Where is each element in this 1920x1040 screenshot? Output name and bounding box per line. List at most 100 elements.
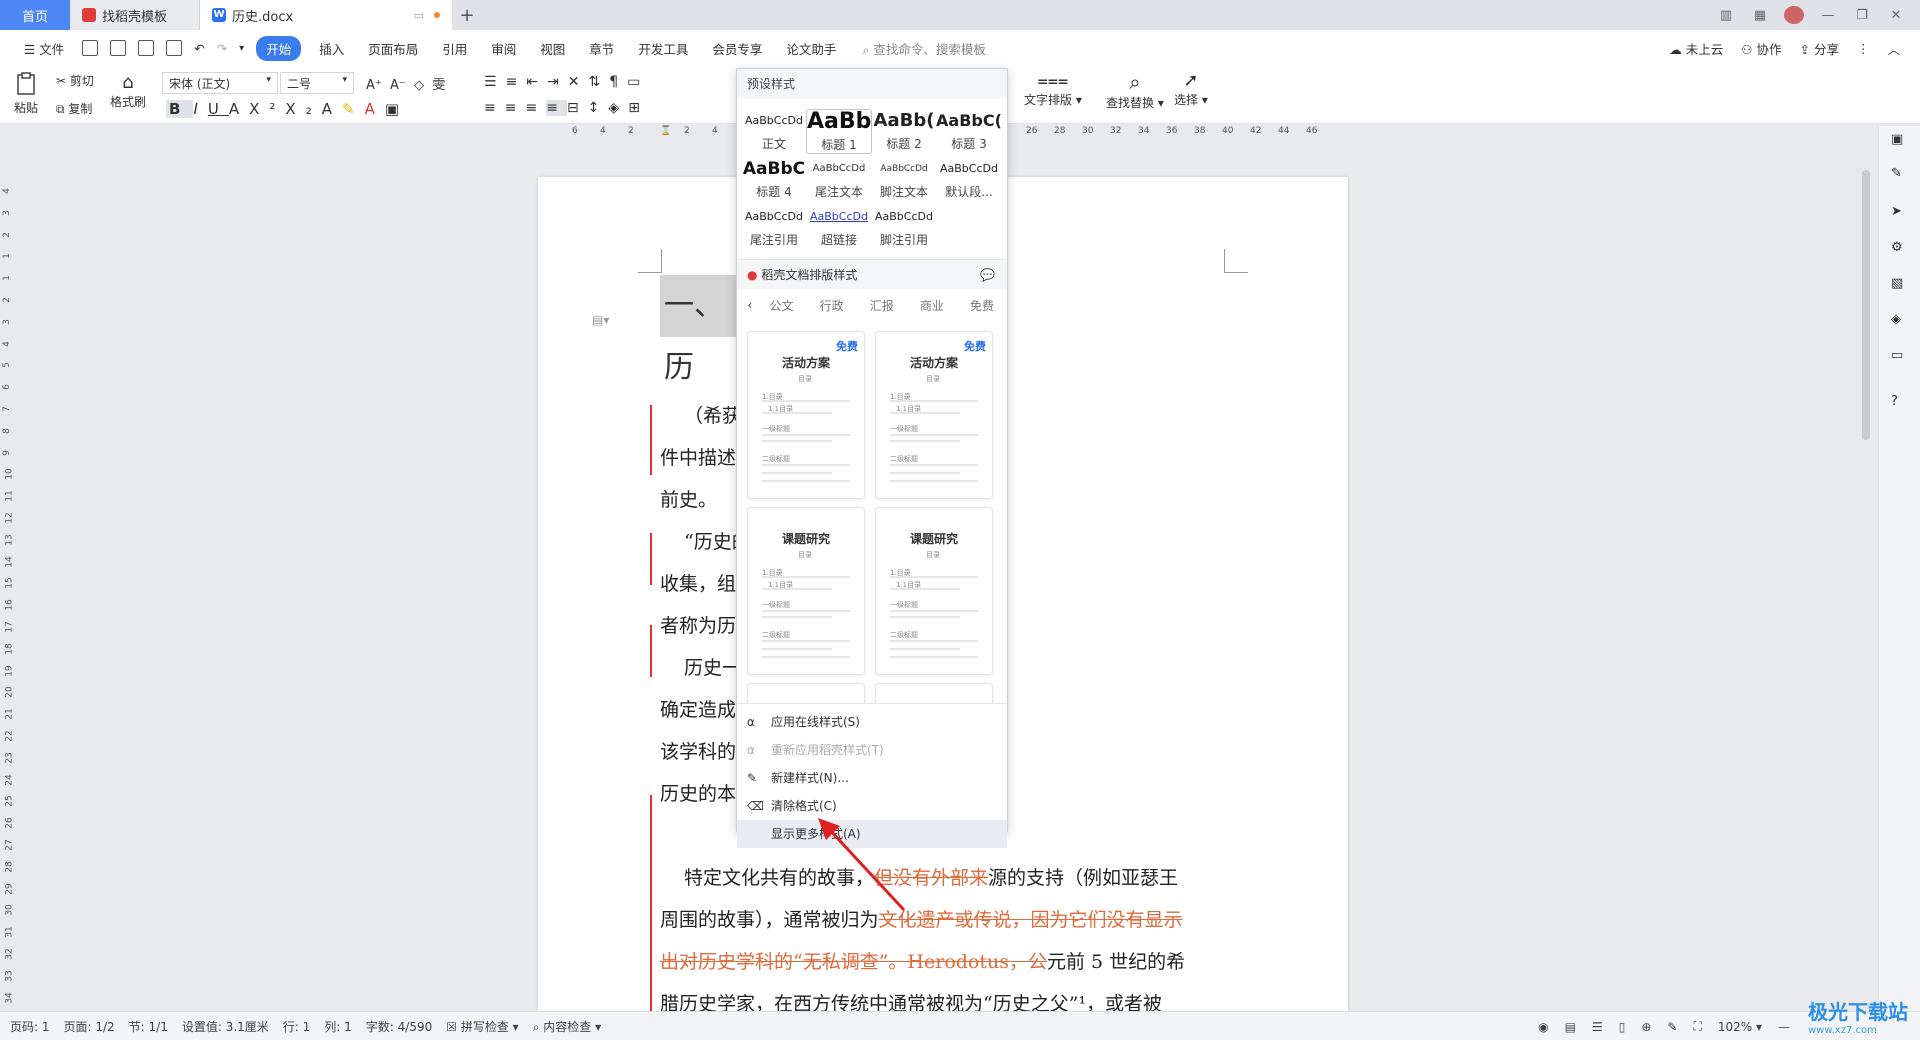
status-pages[interactable]: 页面: 1/2 xyxy=(64,1018,115,1035)
style-preset[interactable]: AaBbCcDd 默认段... xyxy=(936,157,1002,200)
status-column[interactable]: 列: 1 xyxy=(324,1018,352,1035)
style-preset[interactable]: AaBbCcDd 脚注文本 xyxy=(871,157,937,200)
status-word-count[interactable]: 字数: 4/590 xyxy=(366,1018,432,1035)
new-style-menu-item[interactable]: ✎ 新建样式(N)... xyxy=(737,764,1007,792)
style-preset[interactable]: AaBb(标题 2 xyxy=(871,109,937,152)
phonetic-icon[interactable]: 雯 xyxy=(432,78,445,93)
help-icon[interactable]: ? xyxy=(1891,394,1909,412)
menu-view[interactable]: 视图 xyxy=(528,39,577,58)
chinese-layout-icon[interactable]: ✕ xyxy=(568,74,589,90)
vertical-ruler[interactable]: 4 3 2 1 1 2 3 4 5 6 7 8 9 10 11 12 13 14 15 16 17 18 19 20 21 22 2… xyxy=(0,146,16,1011)
redo-icon[interactable]: ↷ xyxy=(217,41,227,56)
style-preset[interactable]: AaBbC 标题 4 xyxy=(741,157,807,200)
zoom-out-icon[interactable]: — xyxy=(1778,1020,1790,1034)
subscript-icon[interactable]: X₂ xyxy=(285,100,321,118)
template-card[interactable]: 免费 活动方案 目录 1.目录 1.1目录 一级标题 二级标题 xyxy=(875,331,993,499)
spell-check-button[interactable]: ☒ 拼写检查 ▾ xyxy=(446,1018,518,1035)
menu-start[interactable]: 开始 xyxy=(256,35,302,61)
back-chevron-icon[interactable]: ‹ xyxy=(743,298,756,312)
find-replace-button[interactable]: ⌕ 查找替换 ▾ xyxy=(1106,70,1164,111)
paragraph-line[interactable]: 腊历史学家，在西方传统中通常被视为“历史之父”¹，或者被 xyxy=(660,983,1230,1011)
collapse-ribbon-icon[interactable]: ︿ xyxy=(1887,39,1900,58)
template-card[interactable]: 免费 活动方案 目录 1.目录 1.1目录 一级标题 二级标题 xyxy=(747,331,865,499)
fit-page-icon[interactable]: ⛶ xyxy=(1693,1019,1701,1034)
font-name-select[interactable]: 宋体 (正文) ▾ xyxy=(162,72,278,94)
decrease-indent-icon[interactable]: ⇤ xyxy=(526,74,547,90)
reading-view-icon[interactable]: ▯ xyxy=(1619,1020,1626,1034)
paragraph-line[interactable]: 出对历史学科的“无私调查”。Herodotus，公元前 5 世纪的希 xyxy=(660,941,1230,983)
align-center-icon[interactable]: ≡ xyxy=(505,100,526,116)
copy-button[interactable]: ⧉ 复制 xyxy=(56,100,92,117)
status-row[interactable]: 行: 1 xyxy=(283,1018,311,1035)
content-check-button[interactable]: ⌕ 内容检查 ▾ xyxy=(533,1018,601,1035)
web-view-icon[interactable]: ⊕ xyxy=(1641,1020,1651,1034)
cloud-status-button[interactable]: ☁ 未上云 xyxy=(1669,39,1723,58)
restore-icon[interactable]: ❐ xyxy=(1852,8,1872,23)
more-icon[interactable]: ⋮ xyxy=(1857,41,1870,56)
borders-icon[interactable]: ⊞ xyxy=(628,100,649,116)
page-view-icon[interactable]: ▤ xyxy=(1565,1020,1576,1034)
status-page-number[interactable]: 页码: 1 xyxy=(10,1018,50,1035)
menu-developer[interactable]: 开发工具 xyxy=(626,39,700,58)
template-card[interactable]: 课题研究 目录 1.目录 1.1目录 一级标题 二级标题 xyxy=(747,507,865,675)
align-left-icon[interactable]: ≡ xyxy=(484,100,505,116)
highlight-icon[interactable]: ✎ xyxy=(342,100,365,118)
style-preset[interactable]: AaBbCcDd 脚注引用 xyxy=(871,205,937,248)
sidebar-collapse-icon[interactable]: ▣ xyxy=(1891,132,1909,150)
shrink-font-icon[interactable]: A⁻ xyxy=(390,78,406,93)
line-spacing-icon[interactable]: ↕ xyxy=(588,100,609,116)
document-heading[interactable]: 一、历 xyxy=(660,275,740,385)
write-mode-icon[interactable]: ✎ xyxy=(1667,1020,1677,1034)
template-card[interactable] xyxy=(747,683,865,703)
format-painter-button[interactable]: ⌂ 格式刷 xyxy=(110,72,146,110)
export-icon[interactable] xyxy=(110,40,127,56)
style-preset[interactable]: AaBbCcDd 正文 xyxy=(741,109,807,152)
minimize-icon[interactable]: — xyxy=(1818,8,1838,23)
paragraph-line[interactable]: 周围的故事），通常被归为文化遗产或传说，因为它们没有显示 xyxy=(660,899,1230,941)
increase-indent-icon[interactable]: ⇥ xyxy=(547,74,568,90)
bullet-list-icon[interactable]: ☰ xyxy=(484,74,506,90)
select-button[interactable]: ➚ 选择 ▾ xyxy=(1174,70,1208,108)
tab-document[interactable]: W 历史.docx ▭ xyxy=(200,0,452,30)
italic-icon[interactable]: I xyxy=(193,100,207,118)
numbered-list-icon[interactable]: ≡ xyxy=(506,74,527,90)
menu-references[interactable]: 引用 xyxy=(430,39,479,58)
preview-icon[interactable] xyxy=(166,40,183,56)
image-icon[interactable]: ▧ xyxy=(1891,276,1909,294)
close-icon[interactable]: ✕ xyxy=(1886,8,1906,23)
new-tab-button[interactable]: + xyxy=(452,0,482,30)
bold-icon[interactable]: B xyxy=(166,100,194,118)
file-menu[interactable]: ☰ 文件 xyxy=(12,39,76,58)
paragraph-line[interactable]: 特定文化共有的故事，但没有外部来源的支持（例如亚瑟王 xyxy=(660,857,1230,899)
pen-icon[interactable]: ✎ xyxy=(1891,166,1909,184)
category-report[interactable]: 汇报 xyxy=(857,297,907,314)
shading-icon[interactable]: ◈ xyxy=(608,100,628,116)
align-right-icon[interactable]: ≡ xyxy=(525,100,546,116)
style-preset[interactable]: AaBbCcDd 尾注引用 xyxy=(741,205,807,248)
style-preset[interactable]: AaBbCcDd 超链接 xyxy=(806,205,872,248)
indent-marker-icon[interactable]: ⌛ xyxy=(660,126,671,136)
menu-review[interactable]: 审阅 xyxy=(479,39,528,58)
status-section[interactable]: 节: 1/1 xyxy=(129,1018,168,1035)
collab-button[interactable]: ⚇ 协作 xyxy=(1741,39,1781,58)
template-card[interactable]: 课题研究 目录 1.目录 1.1目录 一级标题 二级标题 xyxy=(875,507,993,675)
template-card[interactable] xyxy=(875,683,993,703)
paragraph-handle-icon[interactable]: ▤▾ xyxy=(592,313,609,327)
avatar[interactable] xyxy=(1784,6,1804,24)
category-official[interactable]: 公文 xyxy=(756,297,806,314)
style-preset[interactable]: AaBb 标题 1 xyxy=(806,109,872,154)
category-free[interactable]: 免费 xyxy=(957,297,1007,314)
strikethrough-icon[interactable]: A xyxy=(229,100,249,118)
underline-icon[interactable]: U xyxy=(208,100,229,118)
tab-home[interactable]: 首页 xyxy=(0,0,70,30)
print-icon[interactable] xyxy=(138,40,155,56)
location-icon[interactable]: ◈ xyxy=(1891,312,1909,330)
justify-icon[interactable]: ≡ xyxy=(546,100,567,116)
book-icon[interactable]: ▭ xyxy=(1891,348,1909,366)
status-setting[interactable]: 设置值: 3.1厘米 xyxy=(182,1018,269,1035)
font-color-icon[interactable]: A xyxy=(365,100,385,118)
layout-icon[interactable]: ▥ xyxy=(1716,8,1736,23)
reapply-docer-style-menu-item[interactable]: ⍺ 重新应用稻壳样式(T) xyxy=(737,736,1007,764)
menu-member[interactable]: 会员专享 xyxy=(700,39,774,58)
feedback-icon[interactable]: 💬 xyxy=(980,260,995,290)
